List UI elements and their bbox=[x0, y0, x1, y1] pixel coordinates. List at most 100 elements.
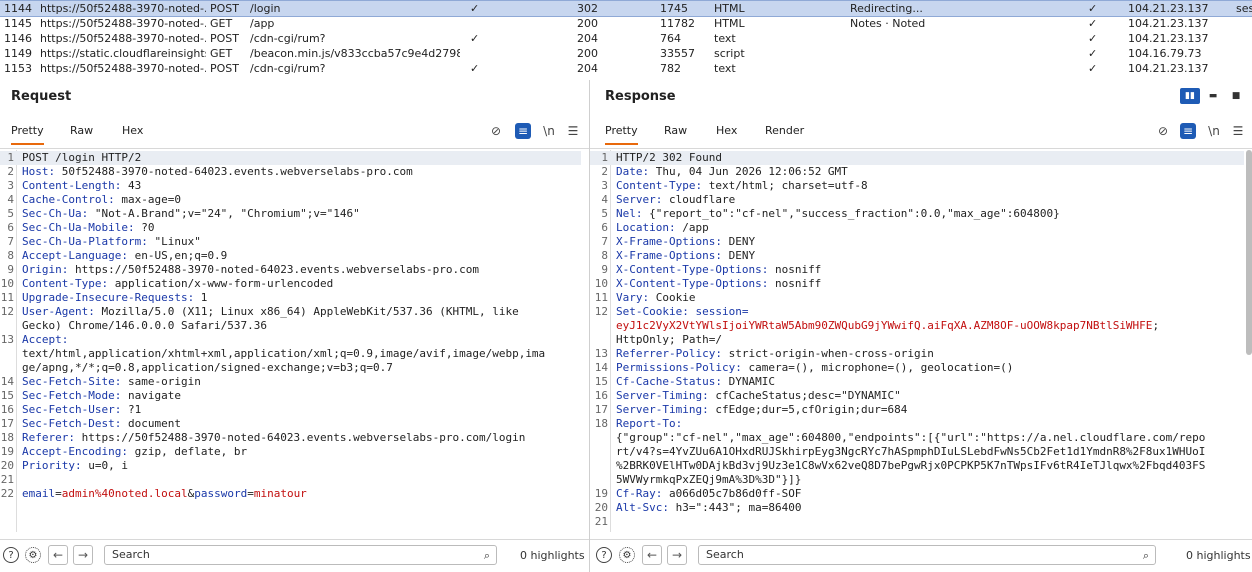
newline-toggle[interactable]: \n bbox=[541, 123, 557, 139]
code-text: Cache-Control: max-age=0 bbox=[22, 193, 181, 207]
menu-icon[interactable]: ☰ bbox=[565, 123, 581, 139]
header-value: cfCacheStatus;desc="DYNAMIC" bbox=[708, 389, 901, 402]
body-token: email bbox=[22, 487, 56, 500]
word-wrap-icon[interactable]: ≡ bbox=[1180, 123, 1196, 139]
history-cell-status: 200 bbox=[577, 17, 598, 30]
history-cell-method: POST bbox=[210, 2, 239, 15]
history-row[interactable]: 1146 https://50f52488-3970-noted-... POST /… bbox=[0, 31, 1252, 46]
line-number: 10 bbox=[594, 277, 608, 290]
history-cell-url: https://50f52488-3970-noted-... bbox=[40, 2, 206, 15]
header-name: Server-Timing: bbox=[616, 389, 709, 402]
tab-request-hex[interactable]: Hex bbox=[122, 124, 143, 143]
code-text: User-Agent: Mozilla/5.0 (X11; Linux x86_… bbox=[22, 305, 519, 333]
split-vertical-icon[interactable]: ▬ bbox=[1203, 88, 1223, 104]
line-number: 19 bbox=[0, 445, 14, 458]
history-cell-tls: ✓ bbox=[1088, 47, 1098, 60]
history-cell-id: 1145 bbox=[4, 17, 32, 30]
header-value: en-US,en;q=0.9 bbox=[127, 249, 228, 262]
history-cell-cookie: ses bbox=[1236, 2, 1252, 15]
history-cell-path: /cdn-cgi/rum? bbox=[250, 32, 326, 45]
history-cell-id: 1144 bbox=[4, 2, 32, 15]
header-name: Vary: bbox=[616, 291, 650, 304]
response-scrollbar[interactable] bbox=[1246, 150, 1252, 355]
header-name: Content-Type: bbox=[616, 179, 703, 192]
request-title: Request bbox=[11, 89, 72, 104]
code-line: 11 Vary: Cookie bbox=[590, 291, 1244, 305]
history-row[interactable]: 1149 https://static.cloudflareinsights...… bbox=[0, 46, 1252, 61]
settings-gear-icon[interactable]: ⚙ bbox=[619, 547, 635, 563]
line-number: 12 bbox=[594, 305, 608, 318]
menu-icon[interactable]: ☰ bbox=[1230, 123, 1246, 139]
history-row[interactable]: 1153 https://50f52488-3970-noted-... POST /… bbox=[0, 61, 1252, 76]
previous-arrow-icon[interactable]: ← bbox=[48, 545, 68, 565]
tab-response-render[interactable]: Render bbox=[765, 124, 804, 143]
single-pane-icon[interactable]: ■ bbox=[1226, 88, 1246, 104]
history-row[interactable]: 1144 https://50f52488-3970-noted-... POST /… bbox=[0, 0, 1252, 17]
next-arrow-icon[interactable]: → bbox=[667, 545, 687, 565]
tab-response-hex[interactable]: Hex bbox=[716, 124, 737, 143]
request-editor[interactable]: 1 POST /login HTTP/2 2 Host: 50f52488-3970-… bbox=[0, 150, 589, 532]
header-name: Sec-Fetch-Mode: bbox=[22, 389, 122, 402]
code-text: Location: /app bbox=[616, 221, 709, 235]
next-arrow-icon[interactable]: → bbox=[73, 545, 93, 565]
line-number: 4 bbox=[7, 193, 14, 206]
history-cell-mime: script bbox=[714, 47, 745, 60]
code-text: Permissions-Policy: camera=(), microphon… bbox=[616, 361, 1013, 375]
response-search-input[interactable]: Search ⌕ bbox=[698, 545, 1156, 565]
history-row[interactable]: 1145 https://50f52488-3970-noted-... GET/a… bbox=[0, 16, 1252, 31]
tab-request-pretty[interactable]: Pretty bbox=[11, 124, 44, 145]
code-line: 12 Set-Cookie: session= eyJ1c2VyX2VtYWlsIj… bbox=[590, 305, 1244, 347]
body-token: = bbox=[247, 487, 254, 500]
line-number: 17 bbox=[594, 403, 608, 416]
hide-nonprintable-icon[interactable]: ⊘ bbox=[488, 123, 504, 139]
history-cell-ip: 104.21.23.137 bbox=[1128, 17, 1209, 30]
line-number: 4 bbox=[601, 193, 608, 206]
tab-response-raw[interactable]: Raw bbox=[664, 124, 687, 143]
code-line: 15 Cf-Cache-Status: DYNAMIC bbox=[590, 375, 1244, 389]
cookie-token: Set-Cookie: bbox=[616, 305, 689, 318]
hide-nonprintable-icon[interactable]: ⊘ bbox=[1155, 123, 1171, 139]
code-text: Date: Thu, 04 Jun 2026 12:06:52 GMT bbox=[616, 165, 848, 179]
code-line: 9 X-Content-Type-Options: nosniff bbox=[590, 263, 1244, 277]
header-name: Alt-Svc: bbox=[616, 501, 669, 514]
line-number: 6 bbox=[601, 221, 608, 234]
help-icon[interactable]: ? bbox=[596, 547, 612, 563]
history-cell-tls: ✓ bbox=[1088, 2, 1098, 15]
header-name: User-Agent: bbox=[22, 305, 95, 318]
previous-arrow-icon[interactable]: ← bbox=[642, 545, 662, 565]
help-icon[interactable]: ? bbox=[3, 547, 19, 563]
word-wrap-icon[interactable]: ≡ bbox=[515, 123, 531, 139]
split-horizontal-icon[interactable]: ▮▮ bbox=[1180, 88, 1200, 104]
line-number: 10 bbox=[0, 277, 14, 290]
header-value: HTTP/2 302 Found bbox=[616, 151, 722, 164]
history-cell-ip: 104.21.23.137 bbox=[1128, 62, 1209, 75]
code-text: Priority: u=0, i bbox=[22, 459, 128, 473]
header-name: Server: bbox=[616, 193, 663, 206]
header-name: Accept-Language: bbox=[22, 249, 128, 262]
line-number: 6 bbox=[7, 221, 14, 234]
history-cell-url: https://50f52488-3970-noted-... bbox=[40, 32, 206, 45]
request-panel: Request Pretty Raw Hex ⊘ ≡ \n ☰ 1 POST /l… bbox=[0, 80, 590, 572]
code-line: 4 Server: cloudflare bbox=[590, 193, 1244, 207]
code-line: 21 bbox=[0, 473, 581, 487]
newline-toggle[interactable]: \n bbox=[1206, 123, 1222, 139]
settings-gear-icon[interactable]: ⚙ bbox=[25, 547, 41, 563]
history-cell-method: POST bbox=[210, 62, 239, 75]
tab-request-raw[interactable]: Raw bbox=[70, 124, 93, 143]
code-text: Server-Timing: cfCacheStatus;desc="DYNAM… bbox=[616, 389, 901, 403]
code-line: 5 Sec-Ch-Ua: "Not-A.Brand";v="24", "Chrom… bbox=[0, 207, 581, 221]
code-text: Sec-Fetch-Dest: document bbox=[22, 417, 181, 431]
history-cell-tls: ✓ bbox=[1088, 62, 1098, 75]
code-text: Accept-Language: en-US,en;q=0.9 bbox=[22, 249, 227, 263]
tab-response-pretty[interactable]: Pretty bbox=[605, 124, 638, 145]
response-editor[interactable]: 1 HTTP/2 302 Found 2 Date: Thu, 04 Jun 2026… bbox=[590, 150, 1252, 532]
line-number: 15 bbox=[0, 389, 14, 402]
search-icon[interactable]: ⌕ bbox=[484, 547, 490, 565]
body-token: minatour bbox=[253, 487, 307, 500]
code-line: 5 Nel: {"report_to":"cf-nel","success_fra… bbox=[590, 207, 1244, 221]
header-value: camera=(), microphone=(), geolocation=() bbox=[741, 361, 1014, 374]
search-icon[interactable]: ⌕ bbox=[1143, 547, 1149, 565]
request-search-input[interactable]: Search ⌕ bbox=[104, 545, 497, 565]
request-tabs: Pretty Raw Hex ⊘ ≡ \n ☰ bbox=[0, 120, 589, 149]
code-line: 7 Sec-Ch-Ua-Platform: "Linux" bbox=[0, 235, 581, 249]
